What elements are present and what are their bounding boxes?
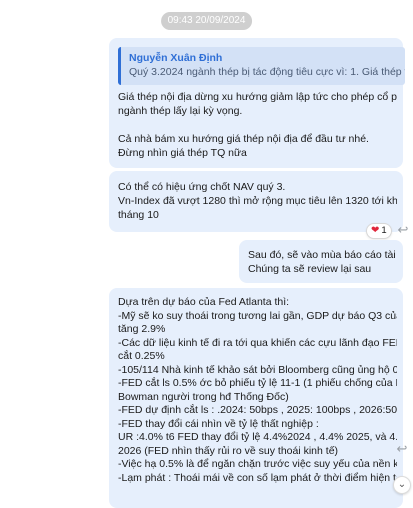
message-line: Đừng nhìn giá thép TQ nữa (118, 147, 247, 159)
message-line: -Các dữ liệu kinh tế đi ra tới qua khiến… (118, 336, 397, 349)
quoted-author: Nguyễn Xuân Định (129, 52, 223, 64)
chevron-down-icon[interactable]: ⌄ (393, 476, 411, 494)
message-text: Có thể có hiệu ứng chốt NAV quý 3. Vn-In… (118, 180, 397, 222)
message-line: Giá thép nội địa dừng xu hướng giảm lập … (118, 91, 397, 103)
message-text: Giá thép nội địa dừng xu hướng giảm lập … (118, 90, 397, 160)
message-bubble[interactable]: Sau đó, sẽ vào mùa báo cáo tài chính. Ch… (239, 240, 403, 283)
message-line: tăng 2.9% (118, 323, 166, 335)
reply-icon[interactable]: ↩ (395, 222, 411, 238)
message-line: -Lạm phát : Thoái mái về con số lạm phát… (118, 471, 397, 484)
message-bubble[interactable]: Dựa trên dự báo của Fed Atlanta thì: -Mỹ… (109, 288, 403, 508)
message-line: 2026 (FED nhìn thấy rủi ro về suy thoái … (118, 444, 339, 457)
timestamp-separator: 09:43 20/09/2024 (160, 12, 253, 30)
reaction-badge[interactable]: ❤ 1 (366, 223, 392, 239)
message-line: -FED cắt ls 0.5% ớc bỏ phiếu tỷ lệ 11-1 … (118, 377, 397, 389)
message-line: -FED thay đổi cái nhìn về tỷ lệ thất ngh… (118, 417, 319, 430)
message-line: Có thể có hiệu ứng chốt NAV quý 3. (118, 181, 286, 193)
message-line: Chúng ta sẽ review lại sau (248, 263, 372, 275)
message-line: -105/114 Nhà kinh tế khảo sát bởi Bloomb… (118, 363, 397, 376)
message-bubble[interactable]: Có thể có hiệu ứng chốt NAV quý 3. Vn-In… (109, 171, 403, 232)
message-line: -Mỹ sẽ ko suy thoái trong tương lai gần,… (118, 309, 397, 322)
reaction-count: 1 (381, 225, 387, 236)
message-line: UR :4.0% t6 FED thay đổi tỷ lệ 4.4%2024 … (118, 431, 397, 443)
message-line (118, 118, 397, 132)
quoted-reply[interactable]: Nguyễn Xuân Định Quý 3.2024 ngành thép b… (118, 47, 405, 85)
message-bubble[interactable]: Nguyễn Xuân Định Quý 3.2024 ngành thép b… (109, 38, 405, 168)
message-line: Dựa trên dự báo của Fed Atlanta thì: (118, 296, 290, 308)
message-line: Sau đó, sẽ vào mùa báo cáo tài chính. (248, 249, 397, 261)
message-text: Dựa trên dự báo của Fed Atlanta thì: -Mỹ… (118, 296, 397, 485)
message-line: Cả nhà bám xu hướng giá thép nội địa để … (118, 133, 369, 145)
message-line: ngành thép lấy lại kỳ vọng. (118, 105, 243, 117)
quoted-preview: Quý 3.2024 ngành thép bị tác động tiêu c… (129, 66, 405, 78)
message-line: -FED dự định cắt ls : .2024: 50bps , 202… (118, 404, 397, 416)
message-text: Sau đó, sẽ vào mùa báo cáo tài chính. Ch… (248, 248, 397, 276)
message-line: -Việc hạ 0.5% là để ngăn chặn trước việc… (118, 458, 397, 470)
reply-icon[interactable]: ↩ (394, 441, 410, 457)
message-line: Vn-Index đã vượt 1280 thì mở rộng mục ti… (118, 195, 397, 207)
message-line: Bowman người trong hđ Thống Đốc) (118, 390, 289, 403)
message-line: cắt 0.25% (118, 350, 165, 362)
message-line: tháng 10 (118, 209, 159, 221)
heart-icon: ❤ (371, 225, 380, 236)
